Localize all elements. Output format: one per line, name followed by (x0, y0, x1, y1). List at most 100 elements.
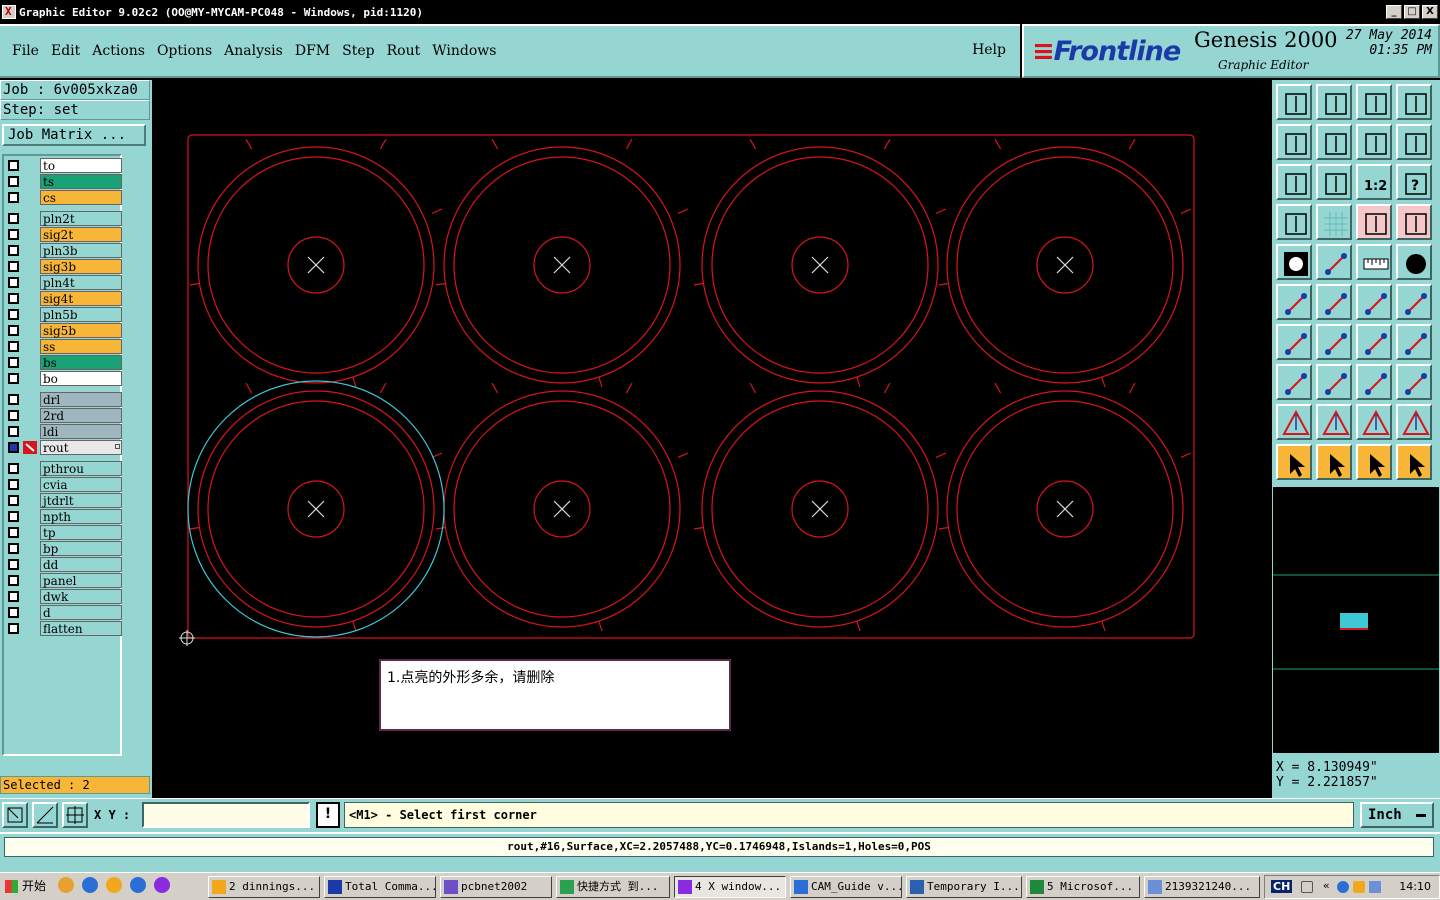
unit-4-tab-3[interactable] (938, 282, 950, 286)
maximize-button[interactable]: □ (1404, 5, 1420, 19)
unit-2-tab-2[interactable] (625, 138, 633, 150)
group-tool[interactable] (1396, 364, 1432, 400)
layer-row-pln5b[interactable]: pln5b (6, 307, 122, 322)
taskbar-item-4[interactable]: 快捷方式 到... (556, 876, 670, 898)
taskbar-item-2[interactable]: Total Comma... (324, 876, 436, 898)
pan-right-tool[interactable] (1316, 124, 1352, 160)
layer-name[interactable]: pln3b (40, 243, 122, 258)
arch-arrow-tool[interactable] (1396, 404, 1432, 440)
unit-4-tab-2[interactable] (1128, 138, 1136, 150)
layer-checkbox[interactable] (8, 277, 19, 288)
layer-checkbox[interactable] (8, 309, 19, 320)
arc-tool[interactable] (1356, 324, 1392, 360)
feature-filter-tool[interactable] (1276, 204, 1312, 240)
move-point-tool[interactable] (1356, 284, 1392, 320)
panel-outline[interactable] (187, 134, 1195, 639)
taskbar-item-7[interactable]: Temporary I... (906, 876, 1022, 898)
layer-name[interactable]: tp (40, 525, 122, 540)
unit-1-tab-4[interactable] (431, 208, 443, 215)
layer-row-dd[interactable]: dd (6, 557, 122, 572)
layer-checkbox[interactable] (8, 410, 19, 421)
layer-row-sig3b[interactable]: sig3b (6, 259, 122, 274)
layer-name[interactable]: panel (40, 573, 122, 588)
layer-name[interactable]: sig5b (40, 323, 122, 338)
layer-checkbox[interactable] (8, 543, 19, 554)
unit-2-tab-3[interactable] (435, 282, 447, 286)
layer-checkbox[interactable] (8, 623, 19, 634)
layer-row-pln3b[interactable]: pln3b (6, 243, 122, 258)
layer-checkbox[interactable] (8, 559, 19, 570)
unit-4-tab-1[interactable] (994, 138, 1002, 150)
menu-file[interactable]: File (12, 43, 39, 59)
layer-row-bs[interactable]: bs (6, 355, 122, 370)
pan-left-tool[interactable] (1276, 124, 1312, 160)
layer-checkbox[interactable] (8, 442, 19, 453)
quick-launch-icon-2[interactable] (82, 877, 98, 893)
layer-checkbox[interactable] (8, 213, 19, 224)
layer-row-sig5b[interactable]: sig5b (6, 323, 122, 338)
menu-dfm[interactable]: DFM (295, 43, 330, 59)
unit-6-tab-3[interactable] (435, 526, 447, 530)
redraw-tool[interactable] (1396, 124, 1432, 160)
unit-4-tab-5[interactable] (1101, 377, 1106, 388)
layer-checkbox[interactable] (8, 341, 19, 352)
layer-row-tp[interactable]: tp (6, 525, 122, 540)
layer-compare-tool[interactable] (1356, 204, 1392, 240)
zoom-home-tool[interactable] (1316, 84, 1352, 120)
layer-diff-tool[interactable] (1396, 204, 1432, 240)
taskbar-item-3[interactable]: pcbnet2002 (440, 876, 552, 898)
unit-7-tab-1[interactable] (749, 382, 757, 394)
xy-input[interactable] (142, 802, 310, 828)
measure-button[interactable] (32, 802, 58, 828)
unit-8-tab-5[interactable] (1101, 621, 1106, 632)
minimize-button[interactable]: _ (1386, 5, 1402, 19)
add-point-tool[interactable] (1396, 284, 1432, 320)
tray-expand-icon[interactable]: « (1323, 879, 1330, 892)
unit-3-tab-5[interactable] (856, 377, 861, 388)
unit-2-tab-5[interactable] (598, 377, 603, 388)
layer-checkbox[interactable] (8, 245, 19, 256)
language-indicator[interactable]: CH (1271, 880, 1293, 893)
help-tool[interactable]: ? (1396, 164, 1432, 200)
polygon-tool[interactable] (1316, 244, 1352, 280)
layer-row-npth[interactable]: npth (6, 509, 122, 524)
layer-checkbox[interactable] (8, 229, 19, 240)
layer-name[interactable]: ldi (40, 424, 122, 439)
layer-name[interactable]: 2rd (40, 408, 122, 423)
layer-name[interactable]: ts (40, 174, 122, 189)
unit-selector[interactable]: Inch (1360, 802, 1434, 828)
layer-row-ts[interactable]: ts (6, 174, 122, 189)
layer-checkbox[interactable] (8, 293, 19, 304)
menu-options[interactable]: Options (157, 43, 212, 59)
menu-rout[interactable]: Rout (387, 43, 421, 59)
layer-row-cs[interactable]: cs (6, 190, 122, 205)
layer-name[interactable]: d (40, 605, 122, 620)
layer-row-2rd[interactable]: 2rd (6, 408, 122, 423)
layer-checkbox[interactable] (8, 192, 19, 203)
layer-name[interactable]: dwk (40, 589, 122, 604)
start-button[interactable]: 开始 (2, 876, 54, 898)
layer-row-jtdrlt[interactable]: jtdrlt (6, 493, 122, 508)
unit-6-tab-2[interactable] (625, 382, 633, 394)
select-path-tool[interactable] (1396, 444, 1432, 480)
unit-8-tab-1[interactable] (994, 382, 1002, 394)
unit-3-tab-3[interactable] (693, 282, 705, 286)
layer-checkbox[interactable] (8, 325, 19, 336)
layer-row-drl[interactable]: drl (6, 392, 122, 407)
layer-name[interactable]: npth (40, 509, 122, 524)
layer-name[interactable]: pthrou (40, 461, 122, 476)
layer-checkbox[interactable] (8, 426, 19, 437)
layer-name[interactable]: sig4t (40, 291, 122, 306)
navigation-map[interactable] (1272, 486, 1440, 754)
copy-feature-tool[interactable] (1276, 364, 1312, 400)
zoom-100-tool[interactable] (1356, 124, 1392, 160)
layer-name[interactable]: flatten (40, 621, 122, 636)
unit-1-tab-1[interactable] (245, 138, 253, 150)
security-icon[interactable] (1353, 881, 1365, 893)
select-arrow-tool[interactable] (1276, 444, 1312, 480)
unit-2-tab-4[interactable] (677, 208, 689, 215)
unit-7-tab-2[interactable] (883, 382, 891, 394)
unit-1-tab-3[interactable] (189, 282, 201, 286)
fit-screen-tool[interactable] (1276, 164, 1312, 200)
zoom-fit-tool[interactable] (1396, 84, 1432, 120)
